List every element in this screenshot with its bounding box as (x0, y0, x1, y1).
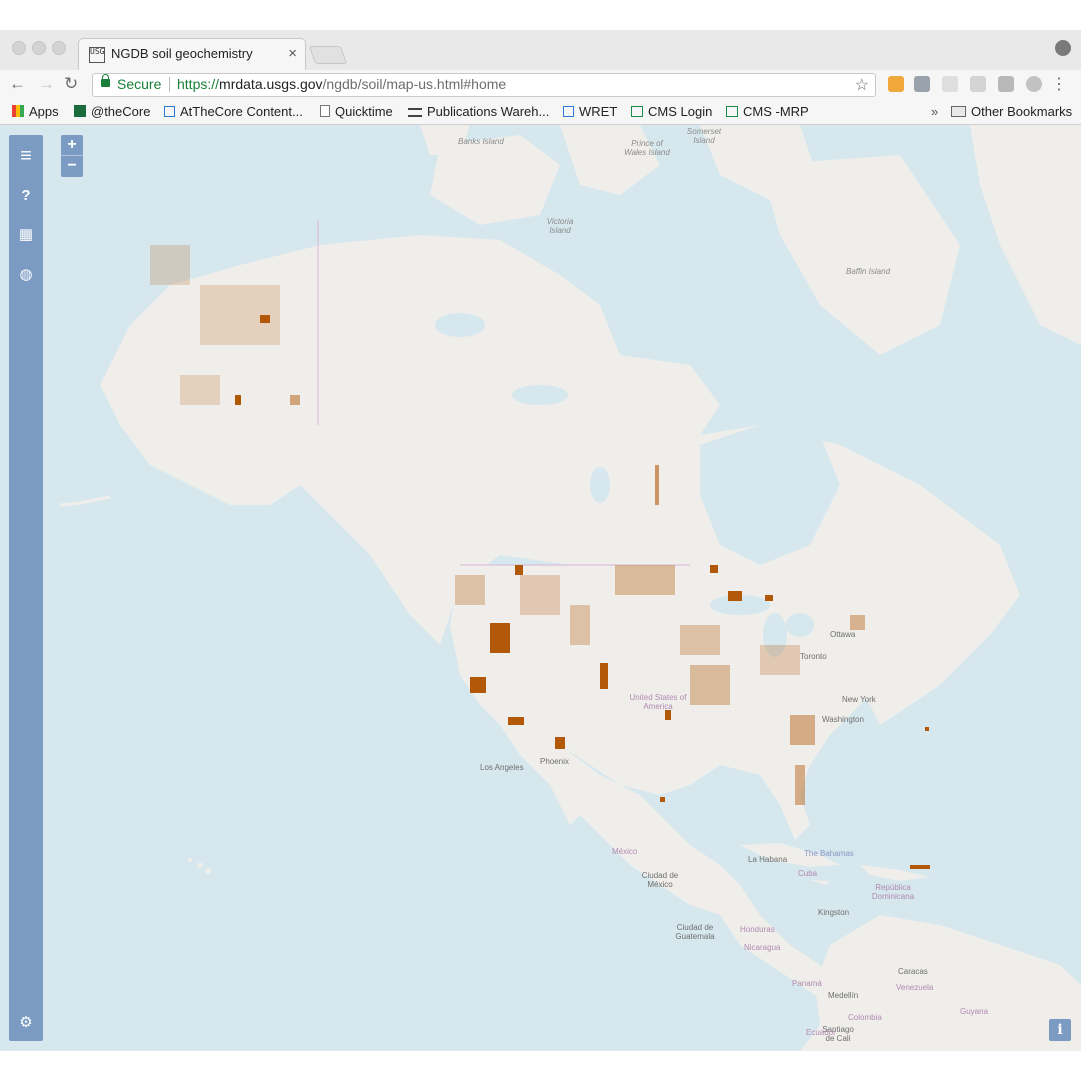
map-label: New York (842, 695, 876, 704)
cms-icon (726, 106, 738, 117)
reload-button[interactable]: ↻ (64, 74, 78, 94)
tab-title: NGDB soil geochemistry (111, 46, 253, 61)
bookmarks-overflow-button[interactable]: » (931, 104, 938, 119)
address-bar[interactable]: Secure https://mrdata.usgs.gov/ngdb/soil… (92, 73, 876, 97)
bookmark-wret[interactable]: WRET (563, 104, 617, 119)
map-label: Washington (822, 715, 864, 724)
arctic-island-land (560, 125, 660, 195)
document-icon (320, 105, 330, 117)
apps-grid-icon (12, 105, 24, 117)
usgs-favicon-icon: USGS (89, 47, 105, 63)
url-text: https://mrdata.usgs.gov/ngdb/soil/map-us… (177, 76, 507, 92)
lake-huron (786, 613, 814, 637)
great-slave-lake (512, 385, 568, 405)
maximize-window-button[interactable] (52, 41, 66, 55)
map-label: The Bahamas (804, 849, 854, 858)
browser-toolbar: ← → ↻ Secure https://mrdata.usgs.gov/ngd… (0, 70, 1081, 100)
map-sidebar: ≡ ? ▦ ◍ ⚙ (9, 135, 43, 1041)
profile-icon[interactable] (1055, 40, 1071, 56)
forward-button[interactable]: → (38, 74, 55, 94)
window-icon (563, 106, 574, 117)
globe-icon[interactable]: ◍ (9, 265, 43, 283)
map-label: Toronto (800, 652, 827, 661)
map-label: Cuba (798, 869, 818, 878)
bookmark-apps[interactable]: Apps (12, 104, 59, 119)
baffin-island-land (760, 155, 960, 355)
tool-extension-icon[interactable] (914, 76, 930, 92)
map-label: Ecuador (806, 1028, 836, 1037)
map-label: Nicaragua (744, 943, 781, 952)
bookmark-star-icon[interactable]: ☆ (855, 75, 869, 95)
minimize-window-button[interactable] (32, 41, 46, 55)
chat-extension-icon[interactable] (1026, 76, 1042, 92)
map-label: Medellín (828, 991, 859, 1000)
map-label: Baffin Island (846, 267, 891, 276)
bookmark-publications-warehouse[interactable]: Publications Wareh... (408, 104, 549, 119)
map-label: Colombia (848, 1013, 882, 1022)
settings-gear-icon[interactable]: ⚙ (9, 1013, 43, 1031)
bookmark-thecore[interactable]: @theCore (74, 104, 150, 119)
lock-icon (101, 74, 110, 87)
title-bar: USGS NGDB soil geochemistry × (0, 30, 1081, 71)
back-button[interactable]: ← (9, 74, 26, 94)
map-label: México (612, 847, 638, 856)
zoom-control: + − (61, 135, 83, 177)
zoom-out-button[interactable]: − (61, 156, 83, 176)
basemap (59, 125, 1081, 1051)
tab-ngdb[interactable]: USGS NGDB soil geochemistry × (78, 38, 306, 71)
great-bear-lake (435, 313, 485, 337)
greenland-land (970, 125, 1081, 345)
map-label: Ottawa (830, 630, 856, 639)
browser-menu-icon[interactable]: ⋮ (1051, 74, 1067, 94)
tab-close-icon[interactable]: × (288, 45, 297, 62)
map-label: Phoenix (540, 757, 569, 766)
bookmark-quicktime[interactable]: Quicktime (320, 104, 393, 119)
table-icon[interactable]: ▦ (9, 225, 43, 243)
pocket-extension-icon[interactable] (998, 76, 1014, 92)
bookmark-cms-mrp[interactable]: CMS -MRP (726, 104, 809, 119)
map-view[interactable]: Banks Island Prince of Wales Island Some… (0, 125, 1081, 1051)
cms-icon (631, 106, 643, 117)
secure-label: Secure (117, 76, 162, 92)
map-label: Prince of Wales Island (624, 139, 670, 157)
map-label: Venezuela (896, 983, 934, 992)
rss-extension-icon[interactable] (888, 76, 904, 92)
map-label: La Habana (748, 855, 788, 864)
map-label: Los Angeles (480, 763, 524, 772)
map-label: United States of America (629, 693, 687, 711)
font-extension-icon[interactable] (970, 76, 986, 92)
close-window-button[interactable] (12, 41, 26, 55)
map-label: Panamá (792, 979, 822, 988)
bookmark-cms-login[interactable]: CMS Login (631, 104, 712, 119)
map-label: Honduras (740, 925, 775, 934)
publications-icon (408, 108, 422, 117)
map-label: Banks Island (458, 137, 504, 146)
browser-window: USGS NGDB soil geochemistry × ← → ↻ Secu… (0, 30, 1081, 1051)
window-icon (164, 106, 175, 117)
map-label: Ciudad de México (641, 871, 679, 889)
map-label: Guyana (960, 1007, 989, 1016)
page-extension-icon[interactable] (942, 76, 958, 92)
usgs-icon (74, 105, 86, 117)
bookmark-atthecore-content[interactable]: AtTheCore Content... (164, 104, 303, 119)
map-label: Somerset Island (686, 127, 722, 145)
zoom-in-button[interactable]: + (61, 135, 83, 155)
bookmark-other-bookmarks[interactable]: Other Bookmarks (951, 104, 1072, 119)
info-button[interactable]: i (1049, 1019, 1071, 1041)
help-icon[interactable]: ? (9, 187, 43, 204)
map-label: República Dominicana (871, 883, 915, 901)
menu-icon[interactable]: ≡ (9, 145, 43, 168)
map-label: Victoria Island (546, 217, 574, 235)
map-label: Ciudad de Guatemala (675, 923, 715, 941)
lake-winnipeg (590, 467, 610, 503)
bookmarks-bar: Apps @theCore AtTheCore Content... Quick… (0, 100, 1081, 125)
folder-icon (951, 106, 966, 117)
new-tab-button[interactable] (308, 46, 348, 64)
map-label: Kingston (818, 908, 850, 917)
map-label: Caracas (898, 967, 928, 976)
